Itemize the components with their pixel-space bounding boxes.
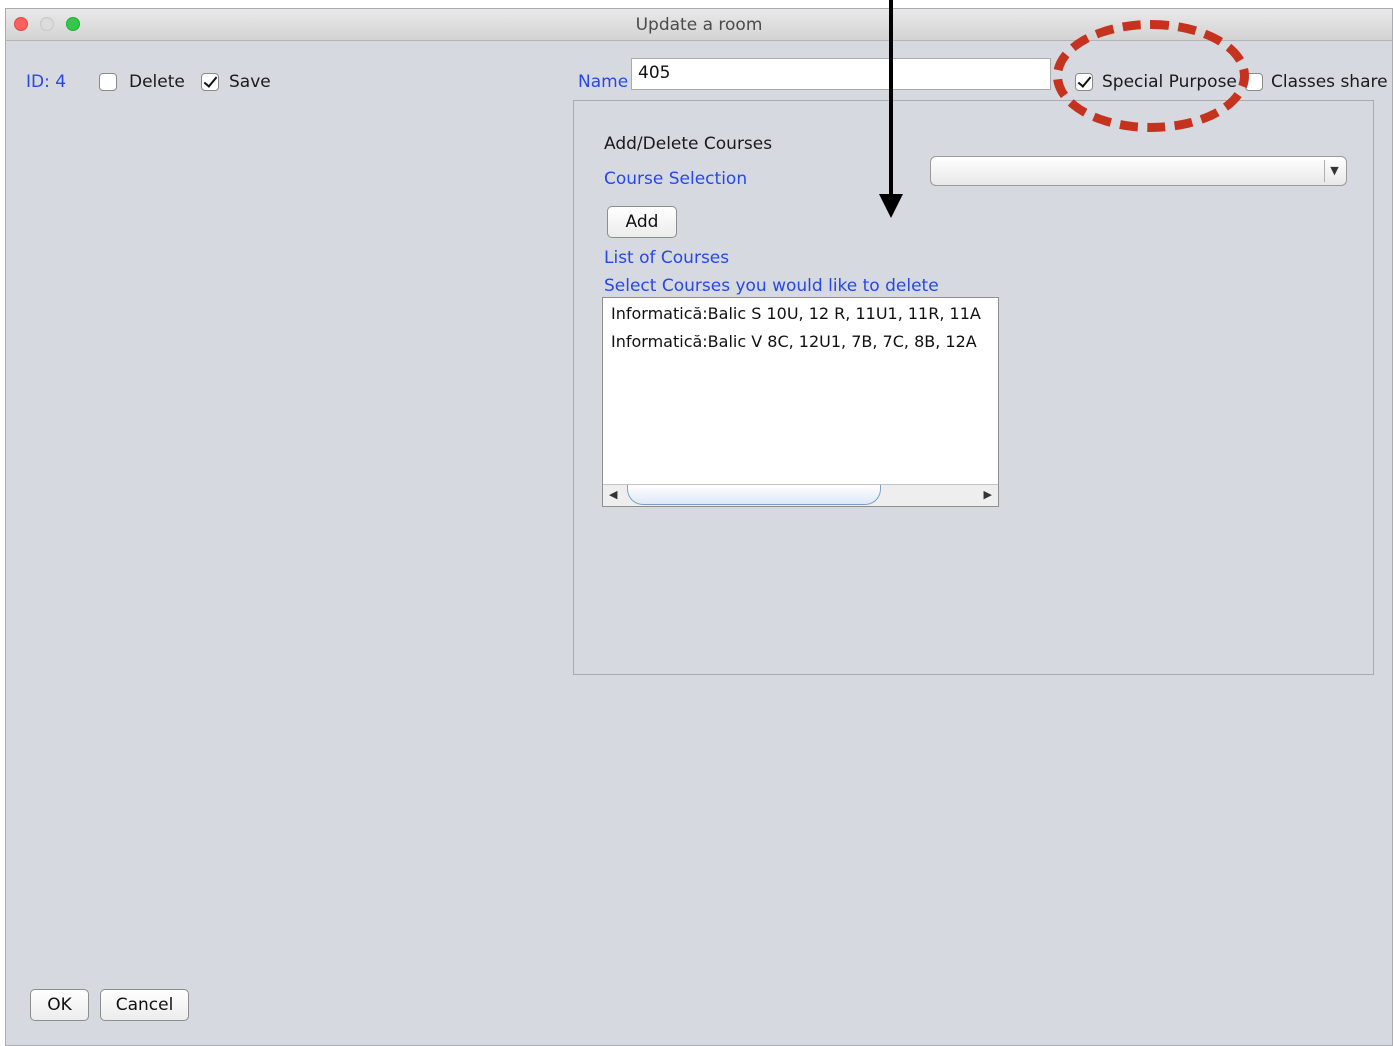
horizontal-scrollbar[interactable]: ◀ ▶ — [603, 484, 998, 506]
chevron-down-icon[interactable]: ▼ — [1324, 160, 1344, 182]
annotation-arrow — [889, 0, 893, 195]
room-id-label: ID: 4 — [26, 72, 67, 92]
name-input[interactable]: 405 — [631, 58, 1051, 90]
annotation-highlight-ellipse — [1053, 20, 1249, 132]
add-course-button[interactable]: Add — [607, 206, 677, 238]
ok-button[interactable]: OK — [30, 989, 89, 1021]
list-item[interactable]: Informatică:Balic S 10U, 12 R, 11U1, 11R… — [611, 304, 981, 323]
save-checkbox[interactable] — [201, 73, 219, 91]
cancel-button[interactable]: Cancel — [100, 989, 189, 1021]
panel-heading: Add/Delete Courses — [604, 134, 773, 154]
courses-list[interactable]: Informatică:Balic S 10U, 12 R, 11U1, 11R… — [602, 297, 999, 507]
delete-checkbox[interactable] — [99, 73, 117, 91]
scroll-right-icon[interactable]: ▶ — [984, 488, 992, 501]
annotation-arrow-head-icon — [879, 194, 903, 218]
name-label: Name — [578, 72, 629, 92]
save-checkbox-label[interactable]: Save — [229, 72, 271, 92]
delete-hint-label: Select Courses you would like to delete — [604, 276, 939, 296]
delete-checkbox-label[interactable]: Delete — [129, 72, 185, 92]
classes-share-label[interactable]: Classes share — [1271, 72, 1388, 92]
scrollbar-thumb[interactable] — [627, 485, 881, 505]
scroll-left-icon[interactable]: ◀ — [609, 488, 617, 501]
course-selection-dropdown[interactable]: ▼ — [930, 156, 1347, 186]
list-item[interactable]: Informatică:Balic V 8C, 12U1, 7B, 7C, 8B… — [611, 332, 977, 351]
course-selection-label: Course Selection — [604, 169, 748, 189]
list-of-courses-label: List of Courses — [604, 248, 730, 268]
